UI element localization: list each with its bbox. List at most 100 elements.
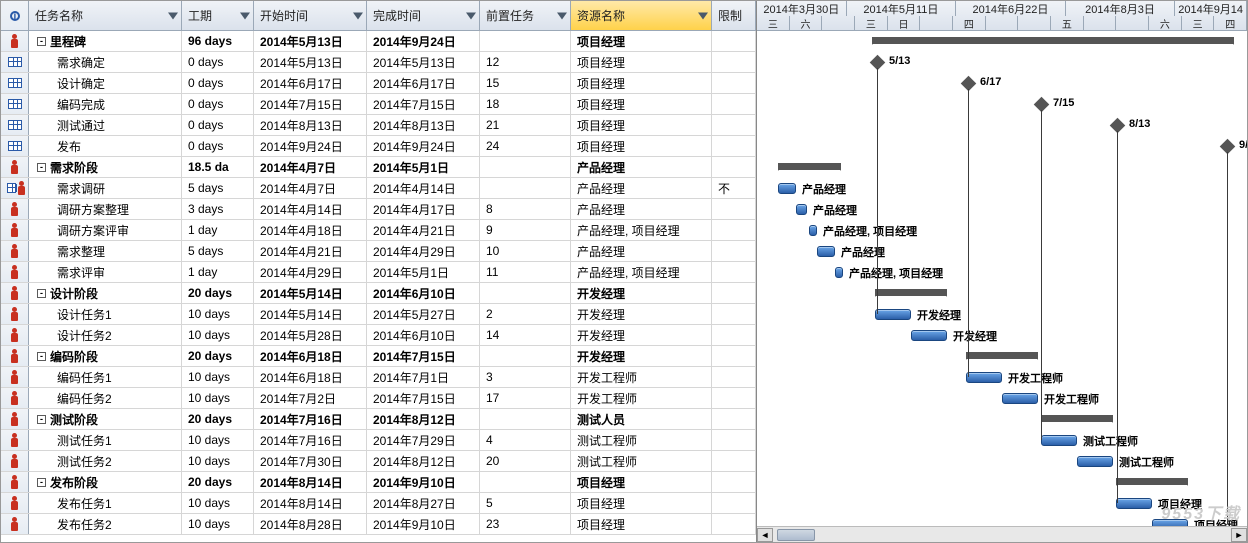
cell-dur[interactable]: 0 days [182, 73, 254, 93]
cell-lim[interactable] [712, 325, 756, 345]
task-bar[interactable] [796, 204, 807, 215]
cell-start[interactable]: 2014年4月18日 [254, 220, 367, 240]
col-header-resource[interactable]: 资源名称 [571, 1, 712, 30]
cell-pred[interactable] [480, 157, 571, 177]
cell-end[interactable]: 2014年4月29日 [367, 241, 480, 261]
cell-res[interactable]: 开发经理 [571, 304, 712, 324]
cell-dur[interactable]: 0 days [182, 136, 254, 156]
cell-name[interactable]: 调研方案整理 [29, 199, 182, 219]
cell-pred[interactable] [480, 472, 571, 492]
col-header-predecessor[interactable]: 前置任务 [480, 1, 571, 30]
cell-dur[interactable]: 18.5 da [182, 157, 254, 177]
cell-pred[interactable]: 9 [480, 220, 571, 240]
cell-end[interactable]: 2014年8月12日 [367, 409, 480, 429]
cell-lim[interactable] [712, 220, 756, 240]
cell-dur[interactable]: 10 days [182, 304, 254, 324]
cell-end[interactable]: 2014年7月15日 [367, 346, 480, 366]
cell-start[interactable]: 2014年7月16日 [254, 430, 367, 450]
cell-dur[interactable]: 10 days [182, 451, 254, 471]
task-row[interactable]: 调研方案整理3 days2014年4月14日2014年4月17日8产品经理 [1, 199, 756, 220]
cell-end[interactable]: 2014年9月10日 [367, 514, 480, 534]
col-header-name[interactable]: 任务名称 [29, 1, 182, 30]
task-row[interactable]: 编码完成0 days2014年7月15日2014年7月15日18项目经理 [1, 94, 756, 115]
cell-end[interactable]: 2014年5月1日 [367, 262, 480, 282]
scroll-thumb[interactable] [777, 529, 815, 541]
cell-dur[interactable]: 10 days [182, 388, 254, 408]
cell-res[interactable]: 产品经理, 项目经理 [571, 262, 712, 282]
cell-name[interactable]: -需求阶段 [29, 157, 182, 177]
cell-name[interactable]: 需求整理 [29, 241, 182, 261]
cell-name[interactable]: 测试任务1 [29, 430, 182, 450]
cell-name[interactable]: 需求确定 [29, 52, 182, 72]
task-bar[interactable] [835, 267, 843, 278]
task-row[interactable]: 需求整理5 days2014年4月21日2014年4月29日10产品经理 [1, 241, 756, 262]
cell-pred[interactable] [480, 31, 571, 51]
gantt-body[interactable]: 5/136/177/158/139/24产品经理产品经理产品经理, 项目经理产品… [757, 31, 1247, 542]
cell-pred[interactable] [480, 409, 571, 429]
cell-res[interactable]: 产品经理 [571, 157, 712, 177]
cell-pred[interactable]: 3 [480, 367, 571, 387]
cell-dur[interactable]: 20 days [182, 283, 254, 303]
cell-lim[interactable] [712, 514, 756, 534]
cell-lim[interactable] [712, 388, 756, 408]
cell-pred[interactable]: 8 [480, 199, 571, 219]
task-bar[interactable] [809, 225, 817, 236]
task-row[interactable]: 测试任务210 days2014年7月30日2014年8月12日20测试工程师 [1, 451, 756, 472]
task-row[interactable]: 调研方案评审1 day2014年4月18日2014年4月21日9产品经理, 项目… [1, 220, 756, 241]
cell-start[interactable]: 2014年8月28日 [254, 514, 367, 534]
dropdown-icon[interactable] [466, 12, 476, 19]
cell-res[interactable]: 测试人员 [571, 409, 712, 429]
summary-bar[interactable] [1116, 478, 1188, 485]
cell-name[interactable]: 编码任务1 [29, 367, 182, 387]
cell-res[interactable]: 产品经理, 项目经理 [571, 220, 712, 240]
cell-res[interactable]: 项目经理 [571, 52, 712, 72]
cell-lim[interactable] [712, 283, 756, 303]
cell-start[interactable]: 2014年7月15日 [254, 94, 367, 114]
cell-start[interactable]: 2014年8月13日 [254, 115, 367, 135]
summary-bar[interactable] [778, 163, 841, 170]
task-row[interactable]: -里程碑96 days2014年5月13日2014年9月24日项目经理 [1, 31, 756, 52]
cell-dur[interactable]: 10 days [182, 430, 254, 450]
cell-end[interactable]: 2014年5月1日 [367, 157, 480, 177]
cell-pred[interactable]: 2 [480, 304, 571, 324]
cell-pred[interactable]: 21 [480, 115, 571, 135]
cell-lim[interactable] [712, 94, 756, 114]
cell-end[interactable]: 2014年4月14日 [367, 178, 480, 198]
summary-bar[interactable] [966, 352, 1038, 359]
collapse-toggle[interactable]: - [37, 415, 46, 424]
cell-name[interactable]: 需求评审 [29, 262, 182, 282]
col-header-end[interactable]: 完成时间 [367, 1, 480, 30]
cell-pred[interactable] [480, 178, 571, 198]
col-header-constraint[interactable]: 限制 [712, 1, 756, 30]
cell-dur[interactable]: 20 days [182, 472, 254, 492]
cell-res[interactable]: 项目经理 [571, 94, 712, 114]
cell-res[interactable]: 项目经理 [571, 31, 712, 51]
task-row[interactable]: 发布0 days2014年9月24日2014年9月24日24项目经理 [1, 136, 756, 157]
cell-lim[interactable] [712, 472, 756, 492]
cell-start[interactable]: 2014年5月14日 [254, 283, 367, 303]
task-row[interactable]: 设计任务210 days2014年5月28日2014年6月10日14开发经理 [1, 325, 756, 346]
cell-end[interactable]: 2014年7月1日 [367, 367, 480, 387]
cell-dur[interactable]: 10 days [182, 514, 254, 534]
cell-start[interactable]: 2014年4月14日 [254, 199, 367, 219]
collapse-toggle[interactable]: - [37, 163, 46, 172]
cell-dur[interactable]: 0 days [182, 52, 254, 72]
cell-pred[interactable]: 20 [480, 451, 571, 471]
cell-pred[interactable]: 17 [480, 388, 571, 408]
cell-lim[interactable] [712, 346, 756, 366]
cell-end[interactable]: 2014年8月12日 [367, 451, 480, 471]
cell-end[interactable]: 2014年4月21日 [367, 220, 480, 240]
cell-res[interactable]: 开发工程师 [571, 388, 712, 408]
cell-res[interactable]: 测试工程师 [571, 430, 712, 450]
cell-name[interactable]: 发布任务2 [29, 514, 182, 534]
cell-start[interactable]: 2014年9月24日 [254, 136, 367, 156]
cell-end[interactable]: 2014年5月27日 [367, 304, 480, 324]
cell-name[interactable]: 编码完成 [29, 94, 182, 114]
cell-lim[interactable] [712, 115, 756, 135]
cell-pred[interactable]: 18 [480, 94, 571, 114]
cell-name[interactable]: -发布阶段 [29, 472, 182, 492]
collapse-toggle[interactable]: - [37, 352, 46, 361]
cell-pred[interactable]: 24 [480, 136, 571, 156]
col-header-info[interactable]: i [1, 1, 29, 30]
cell-name[interactable]: -测试阶段 [29, 409, 182, 429]
